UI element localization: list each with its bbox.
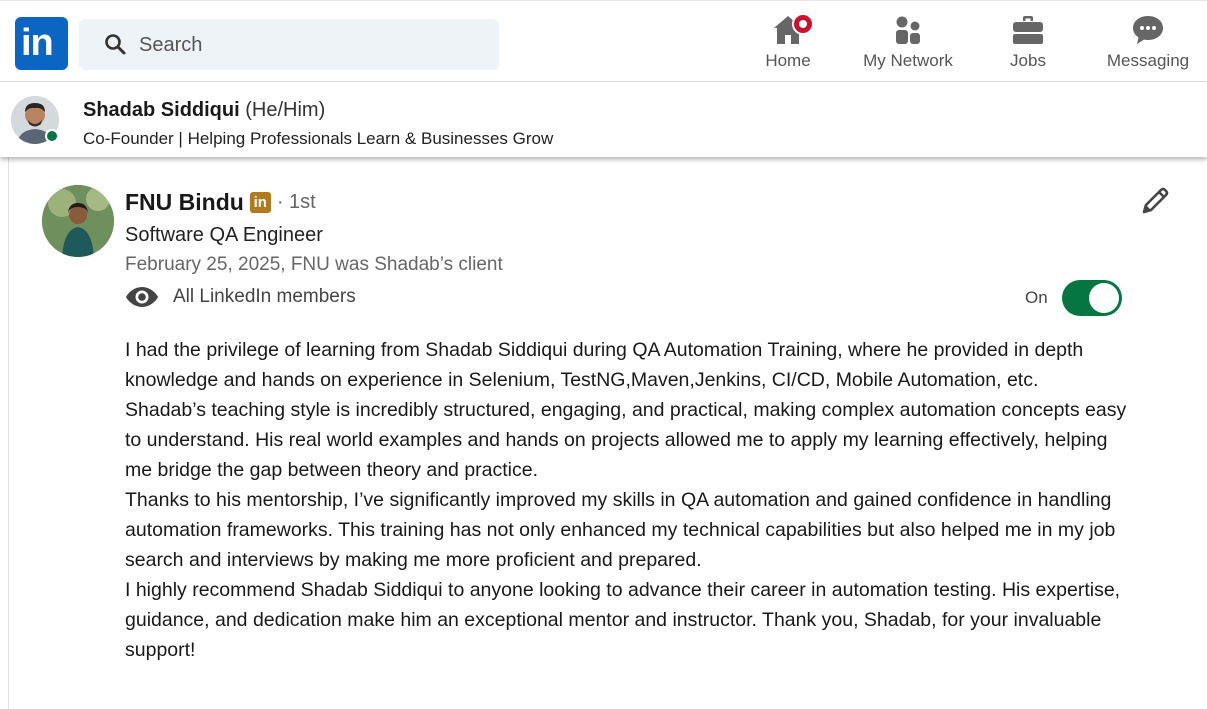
recommendation-paragraph: I had the privilege of learning from Sha… [125,339,1084,391]
online-status-indicator [45,129,59,143]
recommendation-paragraph: I highly recommend Shadab Siddiqui to an… [125,579,1121,661]
chat-icon [1133,16,1163,44]
nav-jobs[interactable]: Jobs [1004,13,1052,75]
profile-headline: Co-Founder | Helping Professionals Learn… [83,129,554,148]
notification-badge [792,13,814,35]
nav-jobs-label: Jobs [1010,51,1046,70]
profile-sticky-bar: Shadab Siddiqui (He/Him) Co-Founder | He… [0,82,1207,157]
recommender-photo [42,185,114,257]
recommender-avatar[interactable] [42,185,114,257]
search-bar[interactable] [79,19,499,72]
top-nav: in Home My Network Jobs [0,0,1207,82]
visibility-setting: All LinkedIn members [125,285,356,309]
show-recommendation-toggle[interactable] [1061,280,1122,316]
recommendation-card: FNU Bindu in · 1st Software QA Engineer … [8,157,1207,709]
recommendation-text: I had the privilege of learning from Sha… [125,335,1135,665]
nav-home-label: Home [765,51,811,70]
recommender-name-line: FNU Bindu in · 1st [125,189,316,216]
linkedin-logo[interactable]: in [15,17,68,70]
briefcase-icon [1013,16,1043,44]
nav-messaging[interactable]: Messaging [1103,13,1193,75]
profile-name: Shadab Siddiqui [83,99,240,121]
recommender-name[interactable]: FNU Bindu [125,189,244,216]
pencil-icon[interactable] [1139,185,1171,217]
nav-messaging-label: Messaging [1106,51,1190,70]
nav-my-network-label: My Network [863,51,953,70]
connection-degree: · 1st [276,191,316,213]
recommender-title: Software QA Engineer [125,224,323,246]
search-icon [105,34,126,55]
linkedin-premium-icon: in [249,192,271,213]
nav-home[interactable]: Home [756,13,820,75]
visibility-label: All LinkedIn members [173,286,356,307]
toggle-knob [1088,283,1119,313]
people-icon [896,16,920,44]
search-input[interactable] [137,19,481,72]
profile-name-line: Shadab Siddiqui (He/Him) [83,99,325,122]
recommendation-paragraph: Thanks to his mentorship, I’ve significa… [125,489,1116,571]
profile-pronouns: (He/Him) [245,99,326,121]
recommendation-date: February 25, 2025, FNU was Shadab’s clie… [125,254,503,275]
recommendation-paragraph: Shadab’s teaching style is incredibly st… [125,399,1127,481]
eye-icon [126,287,158,307]
nav-my-network[interactable]: My Network [858,13,958,75]
show-recommendation-toggle-group: On [1025,280,1122,316]
toggle-label: On [1025,288,1048,307]
